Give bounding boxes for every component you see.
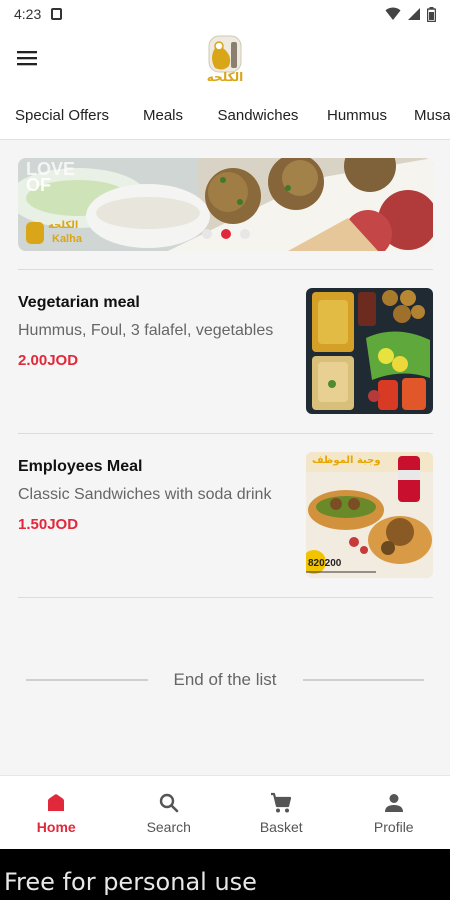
status-time: 4:23 <box>14 6 42 22</box>
app-bar: الكلحه <box>0 28 450 90</box>
item-price: 1.50JOD <box>18 516 79 533</box>
carousel-dots <box>202 229 250 239</box>
wifi-icon <box>385 7 401 20</box>
watermark-text: Free for personal use <box>4 868 257 896</box>
home-icon <box>48 793 65 811</box>
tab-hummus[interactable]: Hummus <box>314 90 400 139</box>
divider <box>18 433 433 434</box>
bottom-navigation: Home Search Basket Profile <box>0 775 450 849</box>
divider <box>18 269 433 270</box>
watermark-bar: Free for personal use <box>0 849 450 900</box>
item-image: وجبة الموظف 820200 <box>306 452 433 578</box>
end-of-list-line-left <box>26 679 148 681</box>
item-image <box>306 288 433 414</box>
tab-sandwiches[interactable]: Sandwiches <box>202 90 314 139</box>
battery-icon <box>427 6 436 22</box>
cart-icon <box>271 792 292 812</box>
end-of-list: End of the list <box>26 668 425 692</box>
banner-brand-ar: الكلحه <box>48 220 79 231</box>
signal-icon <box>408 8 420 20</box>
tab-musa[interactable]: Musa <box>400 90 450 139</box>
nav-home-label: Home <box>36 818 76 835</box>
person-icon <box>384 793 403 812</box>
banner-brand-icon <box>26 222 44 244</box>
nav-profile[interactable]: Profile <box>338 776 450 849</box>
sim-card-icon <box>51 8 63 20</box>
list-item-employees-meal[interactable]: Employees Meal Classic Sandwiches with s… <box>18 452 433 578</box>
tab-special-offers[interactable]: Special Offers <box>0 90 124 139</box>
carousel-dot-active[interactable] <box>221 229 231 239</box>
item-title: Employees Meal <box>18 458 143 475</box>
nav-basket[interactable]: Basket <box>225 776 338 849</box>
nav-search-label: Search <box>146 818 191 835</box>
search-icon <box>159 793 179 812</box>
item-description: Hummus, Foul, 3 falafel, vegetables <box>18 322 274 339</box>
logo-text: الكلحه <box>206 70 244 84</box>
nav-basket-label: Basket <box>259 818 303 835</box>
category-tabs: Special Offers Meals Sandwiches Hummus M… <box>0 90 450 140</box>
divider <box>18 597 433 598</box>
banner-brand-en: Kalha <box>52 233 82 245</box>
carousel-dot[interactable] <box>202 229 212 239</box>
logo: الكلحه <box>197 30 253 86</box>
item-title: Vegetarian meal <box>18 294 140 311</box>
offers-list[interactable]: LOVE OF الكلحه Kalha Vegetarian meal Hum… <box>0 141 450 775</box>
end-of-list-line-right <box>302 679 425 681</box>
item-image-text: وجبة الموظف <box>312 455 381 466</box>
hamburger-menu-icon[interactable] <box>14 46 40 70</box>
tab-meals[interactable]: Meals <box>124 90 202 139</box>
item-description: Classic Sandwiches with soda drink <box>18 486 272 503</box>
nav-search[interactable]: Search <box>113 776 226 849</box>
item-image-phone: 820200 <box>308 558 342 569</box>
nav-profile-label: Profile <box>373 818 414 835</box>
carousel-dot[interactable] <box>240 229 250 239</box>
nav-home[interactable]: Home <box>0 776 113 849</box>
item-price: 2.00JOD <box>18 352 79 369</box>
end-of-list-text: End of the list <box>173 670 277 689</box>
list-item-vegetarian-meal[interactable]: Vegetarian meal Hummus, Foul, 3 falafel,… <box>18 288 433 414</box>
banner-brand-logo: الكلحه Kalha <box>26 220 106 246</box>
banner-overlay-text-of: OF <box>26 175 51 195</box>
status-bar: 4:23 <box>0 0 450 28</box>
